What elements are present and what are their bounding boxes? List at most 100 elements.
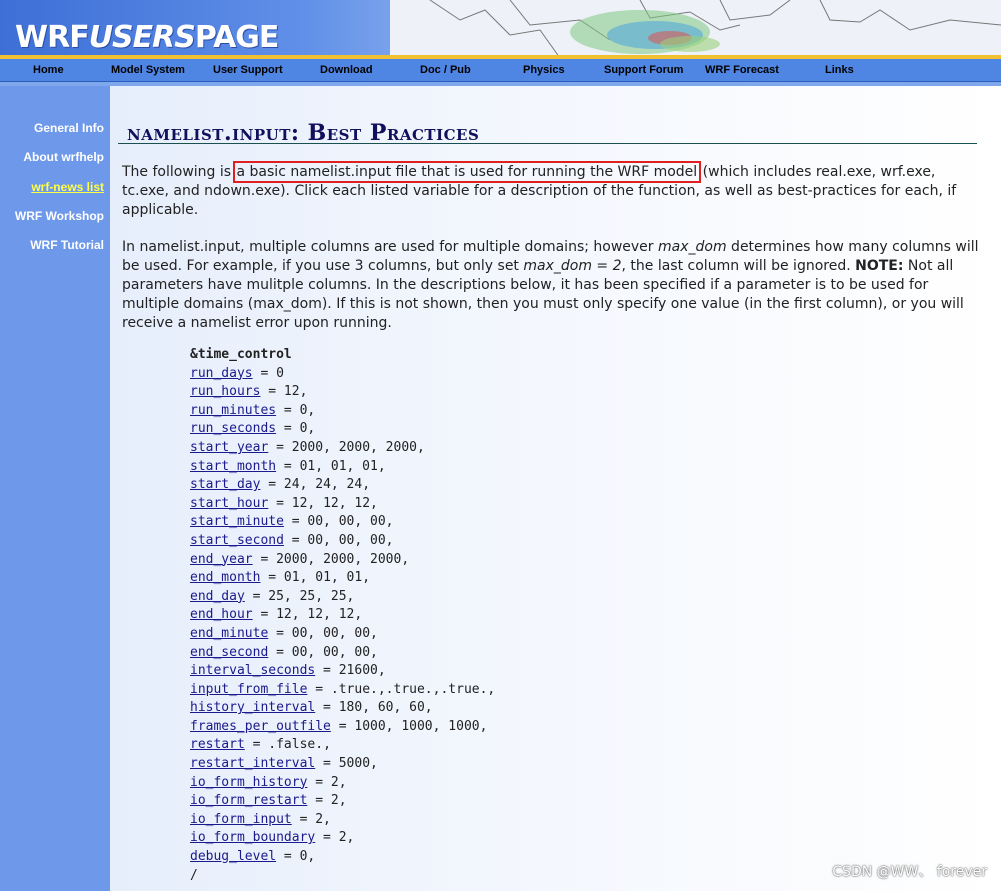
variable-value: = 00, 00, 00, bbox=[283, 532, 394, 548]
variable-value: = 2, bbox=[315, 830, 355, 846]
section-header: &time_control bbox=[190, 347, 292, 362]
variable-link-restart-interval[interactable]: restart_interval bbox=[190, 756, 315, 771]
sidebar-item-about-wrfhelp[interactable]: About wrfhelp bbox=[23, 150, 104, 164]
variable-link-end-year[interactable]: end_year bbox=[190, 552, 253, 567]
sidebar-item-general-info[interactable]: General Info bbox=[34, 121, 104, 135]
variable-link-io-form-boundary[interactable]: io_form_boundary bbox=[190, 830, 315, 845]
namelist-line: end_hour = 12, 12, 12, bbox=[190, 607, 362, 622]
site-logo[interactable]: WRFUSERSPAGE bbox=[15, 18, 279, 58]
sidebar: General Info About wrfhelp wrf-news list… bbox=[0, 86, 110, 891]
variable-value: = 12, bbox=[260, 384, 308, 400]
namelist-line: frames_per_outfile = 1000, 1000, 1000, bbox=[190, 719, 487, 734]
namelist-line: start_year = 2000, 2000, 2000, bbox=[190, 440, 425, 455]
variable-link-interval-seconds[interactable]: interval_seconds bbox=[190, 663, 315, 678]
nav-wrf-forecast[interactable]: WRF Forecast bbox=[705, 59, 779, 81]
namelist-line: run_days = 0 bbox=[190, 366, 284, 381]
sidebar-item-wrf-tutorial[interactable]: WRF Tutorial bbox=[30, 238, 104, 252]
logo-users: USERS bbox=[88, 20, 196, 55]
variable-link-history-interval[interactable]: history_interval bbox=[190, 700, 315, 715]
variable-link-start-hour[interactable]: start_hour bbox=[190, 496, 268, 511]
variable-link-end-month[interactable]: end_month bbox=[190, 570, 260, 585]
intro-paragraph: The following is a basic namelist.input … bbox=[122, 161, 982, 220]
variable-link-start-year[interactable]: start_year bbox=[190, 440, 268, 455]
variable-link-end-day[interactable]: end_day bbox=[190, 589, 245, 604]
variable-value: = 0, bbox=[276, 421, 316, 437]
variable-link-run-minutes[interactable]: run_minutes bbox=[190, 403, 276, 418]
weather-map-image bbox=[390, 0, 1001, 58]
namelist-code-block: &time_control run_days = 0 run_hours = 1… bbox=[190, 346, 495, 885]
namelist-line: input_from_file = .true.,.true.,.true., bbox=[190, 682, 495, 697]
variable-value: = 12, 12, 12, bbox=[268, 495, 378, 511]
nav-links[interactable]: Links bbox=[825, 59, 854, 81]
variable-value: = 00, 00, 00, bbox=[283, 514, 394, 530]
variable-link-run-hours[interactable]: run_hours bbox=[190, 384, 260, 399]
variable-link-run-seconds[interactable]: run_seconds bbox=[190, 421, 276, 436]
variable-link-io-form-history[interactable]: io_form_history bbox=[190, 775, 307, 790]
variable-link-run-days[interactable]: run_days bbox=[190, 366, 253, 381]
namelist-line: io_form_history = 2, bbox=[190, 775, 347, 790]
logo-wrf: WRF bbox=[15, 20, 90, 55]
sidebar-item-wrf-news-list[interactable]: wrf-news list bbox=[31, 180, 104, 194]
variable-value: = 2, bbox=[307, 793, 347, 809]
variable-value: = 0, bbox=[276, 402, 316, 418]
variable-value: = 00, 00, 00, bbox=[268, 625, 378, 641]
variable-value: = 5000, bbox=[315, 756, 378, 772]
nav-physics[interactable]: Physics bbox=[523, 59, 565, 81]
intro-before: The following is bbox=[122, 164, 236, 180]
para2-c: , the last column will be ignored. bbox=[621, 258, 856, 274]
variable-link-start-day[interactable]: start_day bbox=[190, 477, 260, 492]
namelist-line: interval_seconds = 21600, bbox=[190, 663, 386, 678]
sidebar-item-wrf-workshop[interactable]: WRF Workshop bbox=[15, 209, 104, 223]
variable-value: = 2000, 2000, 2000, bbox=[252, 551, 410, 567]
nav-model-system[interactable]: Model System bbox=[111, 59, 185, 81]
variable-value: = 2000, 2000, 2000, bbox=[268, 439, 425, 455]
variable-value: = 180, 60, 60, bbox=[315, 700, 433, 716]
variable-link-frames-per-outfile[interactable]: frames_per_outfile bbox=[190, 719, 331, 734]
namelist-line: io_form_boundary = 2, bbox=[190, 830, 354, 845]
main-content: namelist.input: Best Practices The follo… bbox=[110, 86, 1001, 891]
variable-link-input-from-file[interactable]: input_from_file bbox=[190, 682, 307, 697]
variable-value: = .true.,.true.,.true., bbox=[307, 681, 496, 697]
variable-value: = 0 bbox=[252, 365, 284, 381]
variable-link-end-minute[interactable]: end_minute bbox=[190, 626, 268, 641]
namelist-line: io_form_input = 2, bbox=[190, 812, 331, 827]
site-banner: WRFUSERSPAGE bbox=[0, 0, 1001, 58]
nav-home[interactable]: Home bbox=[33, 59, 64, 81]
para2-a: In namelist.input, multiple columns are … bbox=[122, 239, 659, 255]
namelist-line: end_month = 01, 01, 01, bbox=[190, 570, 370, 585]
namelist-line: run_hours = 12, bbox=[190, 384, 307, 399]
namelist-line: end_day = 25, 25, 25, bbox=[190, 589, 354, 604]
variable-link-end-hour[interactable]: end_hour bbox=[190, 607, 253, 622]
variable-value: = 2, bbox=[307, 774, 347, 790]
namelist-line: start_minute = 00, 00, 00, bbox=[190, 514, 394, 529]
variable-link-start-second[interactable]: start_second bbox=[190, 533, 284, 548]
nav-support-forum[interactable]: Support Forum bbox=[604, 59, 683, 81]
variable-link-start-minute[interactable]: start_minute bbox=[190, 514, 284, 529]
nav-doc-pub[interactable]: Doc / Pub bbox=[420, 59, 471, 81]
namelist-line: run_minutes = 0, bbox=[190, 403, 315, 418]
columns-paragraph: In namelist.input, multiple columns are … bbox=[122, 238, 982, 333]
max-dom-example: max_dom = 2 bbox=[523, 258, 622, 274]
nav-download[interactable]: Download bbox=[320, 59, 373, 81]
variable-link-io-form-input[interactable]: io_form_input bbox=[190, 812, 292, 827]
nav-user-support[interactable]: User Support bbox=[213, 59, 283, 81]
variable-value: = 01, 01, 01, bbox=[276, 458, 386, 474]
variable-value: = 01, 01, 01, bbox=[260, 570, 371, 586]
variable-value: = 0, bbox=[276, 849, 316, 865]
namelist-line: end_year = 2000, 2000, 2000, bbox=[190, 552, 409, 567]
variable-value: = .false., bbox=[244, 737, 331, 753]
namelist-line: history_interval = 180, 60, 60, bbox=[190, 700, 433, 715]
watermark: CSDN @WW、 forever bbox=[832, 864, 987, 880]
variable-value: = 00, 00, 00, bbox=[268, 644, 378, 660]
page-title: namelist.input: Best Practices bbox=[127, 120, 480, 146]
highlighted-phrase: a basic namelist.input file that is used… bbox=[232, 161, 702, 183]
variable-link-end-second[interactable]: end_second bbox=[190, 645, 268, 660]
variable-link-restart[interactable]: restart bbox=[190, 737, 245, 752]
namelist-line: end_second = 00, 00, 00, bbox=[190, 645, 378, 660]
variable-link-start-month[interactable]: start_month bbox=[190, 459, 276, 474]
namelist-line: start_second = 00, 00, 00, bbox=[190, 533, 394, 548]
section-end: / bbox=[190, 867, 198, 883]
variable-link-io-form-restart[interactable]: io_form_restart bbox=[190, 793, 307, 808]
variable-link-debug-level[interactable]: debug_level bbox=[190, 849, 276, 864]
variable-value: = 1000, 1000, 1000, bbox=[330, 718, 488, 734]
